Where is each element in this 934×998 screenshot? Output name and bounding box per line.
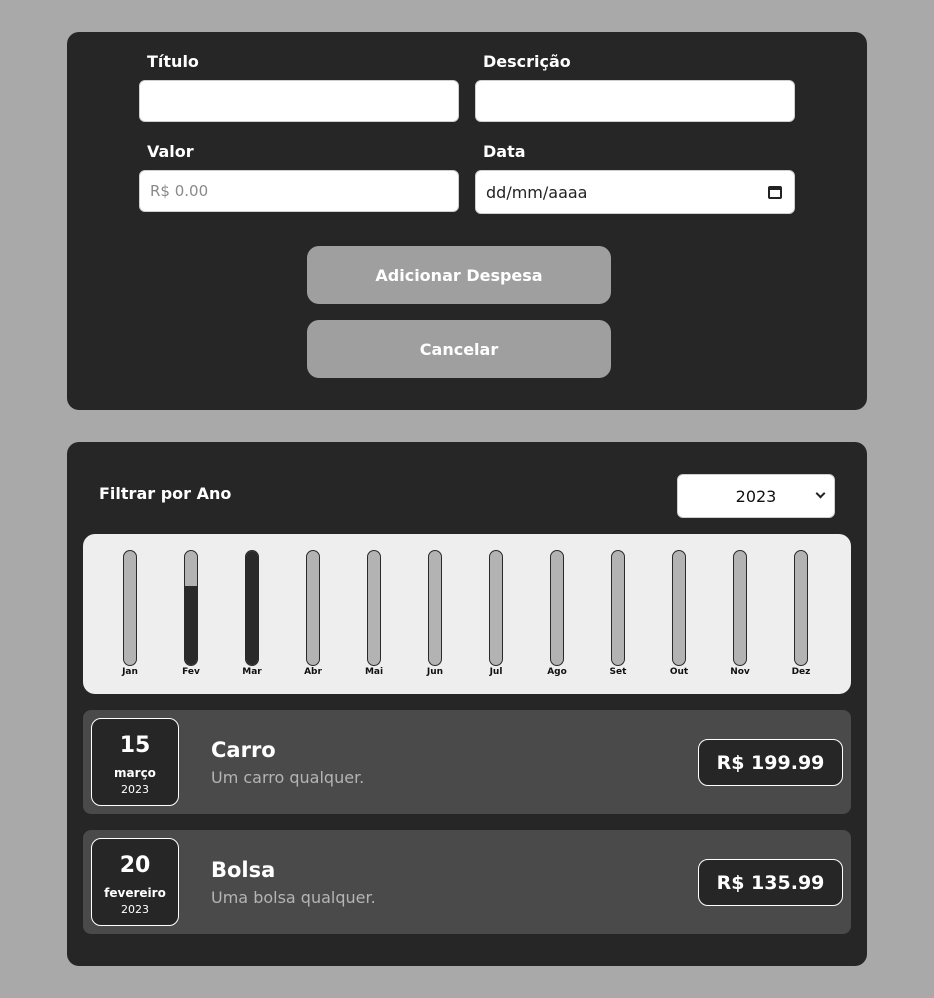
chart-bar-jul: Jul <box>476 534 516 694</box>
chart-bar-label: Fev <box>182 667 200 677</box>
chart-bar-label: Jun <box>426 667 444 677</box>
chart-bar-ago: Ago <box>537 534 577 694</box>
chart-bar-fev: Fev <box>171 534 211 694</box>
selected-year: 2023 <box>735 486 777 506</box>
chart-bar-label: Out <box>669 667 689 677</box>
chart-bar-dez: Dez <box>781 534 821 694</box>
chevron-down-icon <box>815 488 826 499</box>
chart-bar-track <box>123 550 137 666</box>
date-placeholder: dd/mm/aaaa <box>486 182 588 202</box>
date-label: Data <box>483 142 526 161</box>
expenses-panel: Filtrar por Ano 2023 Jan Fev Mar Abr Mai Jun J… <box>67 442 867 966</box>
chart-bar-track <box>794 550 808 666</box>
chart-bar-fill <box>246 551 258 665</box>
chart-bar-abr: Abr <box>293 534 333 694</box>
chart-bar-label: Abr <box>304 667 322 677</box>
chart-bar-fill <box>185 586 197 665</box>
chart-bar-set: Set <box>598 534 638 694</box>
chart-bar-label: Jan <box>122 667 138 677</box>
expense-day: 15 <box>119 733 151 758</box>
expense-title: Carro <box>211 738 276 762</box>
chart-bar-label: Ago <box>547 667 567 677</box>
expense-month: fevereiro <box>104 886 166 900</box>
chart-bar-label: Mar <box>242 667 262 677</box>
chart-bar-mai: Mai <box>354 534 394 694</box>
chart-bar-jan: Jan <box>110 534 150 694</box>
expense-description: Um carro qualquer. <box>211 768 365 787</box>
chart-bar-track <box>428 550 442 666</box>
monthly-expenses-chart: Jan Fev Mar Abr Mai Jun Jul Ago Set Out Nov Dez <box>83 534 851 694</box>
expense-amount: R$ 135.99 <box>698 859 843 906</box>
chart-bar-track <box>489 550 503 666</box>
chart-bar-label: Mai <box>364 667 384 677</box>
chart-bar-track <box>550 550 564 666</box>
year-select[interactable]: 2023 <box>677 474 835 518</box>
chart-bar-label: Jul <box>489 667 503 677</box>
expense-amount: R$ 199.99 <box>698 739 843 786</box>
value-label: Valor <box>147 142 194 161</box>
add-expense-button[interactable]: Adicionar Despesa <box>307 246 611 304</box>
chart-bar-nov: Nov <box>720 534 760 694</box>
year-filter-label: Filtrar por Ano <box>99 484 232 503</box>
chart-bar-jun: Jun <box>415 534 455 694</box>
expense-description: Uma bolsa qualquer. <box>211 888 376 907</box>
chart-bar-out: Out <box>659 534 699 694</box>
chart-bar-track <box>245 550 259 666</box>
expense-date: 15 março 2023 <box>91 718 179 806</box>
expense-year: 2023 <box>121 783 149 796</box>
chart-bar-track <box>367 550 381 666</box>
chart-bar-track <box>672 550 686 666</box>
value-input[interactable] <box>139 170 459 212</box>
title-label: Título <box>147 52 199 71</box>
cancel-button[interactable]: Cancelar <box>307 320 611 378</box>
chart-bar-track <box>184 550 198 666</box>
chart-bar-track <box>733 550 747 666</box>
expense-month: março <box>114 766 156 780</box>
expense-year: 2023 <box>121 903 149 916</box>
description-label: Descrição <box>483 52 571 71</box>
chart-bar-track <box>611 550 625 666</box>
calendar-icon[interactable] <box>768 185 782 199</box>
expense-item: 20 fevereiro 2023 Bolsa Uma bolsa qualqu… <box>83 830 851 934</box>
title-input[interactable] <box>139 80 459 122</box>
date-input[interactable]: dd/mm/aaaa <box>475 170 795 214</box>
expense-date: 20 fevereiro 2023 <box>91 838 179 926</box>
chart-bar-mar: Mar <box>232 534 272 694</box>
description-input[interactable] <box>475 80 795 122</box>
new-expense-form: Título Descrição Valor Data dd/mm/aaaa A… <box>67 32 867 410</box>
chart-bar-label: Nov <box>730 667 750 677</box>
expense-day: 20 <box>119 853 151 878</box>
chart-bar-track <box>306 550 320 666</box>
chart-bar-label: Dez <box>791 667 811 677</box>
expense-title: Bolsa <box>211 858 276 882</box>
expense-item: 15 março 2023 Carro Um carro qualquer. R… <box>83 710 851 814</box>
chart-bar-label: Set <box>609 667 627 677</box>
